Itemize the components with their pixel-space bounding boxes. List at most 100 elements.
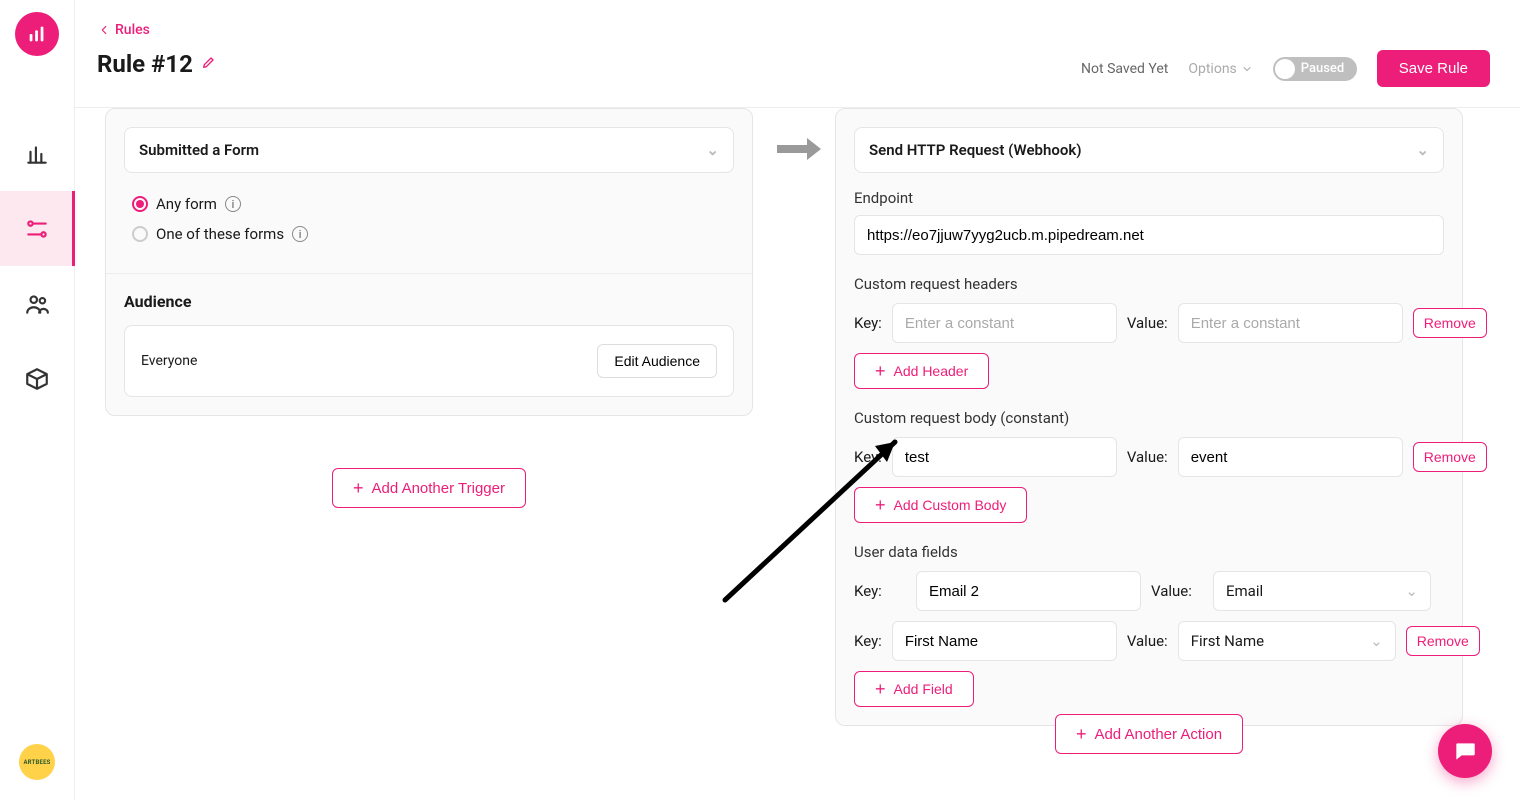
- save-rule-button[interactable]: Save Rule: [1377, 50, 1490, 87]
- chevron-down-icon: ⌄: [1370, 632, 1383, 650]
- radio-any-form[interactable]: [132, 196, 148, 212]
- edit-audience-button[interactable]: Edit Audience: [597, 344, 717, 378]
- breadcrumb-label: Rules: [115, 22, 150, 38]
- chevron-down-icon: ⌄: [706, 141, 719, 159]
- save-status: Not Saved Yet: [1081, 61, 1168, 77]
- workspace-badge[interactable]: ARTBEES: [19, 744, 55, 780]
- body-heading: Custom request body (constant): [854, 409, 1444, 427]
- key-label: Key:: [854, 582, 906, 600]
- body-row: Key: Value: Remove: [854, 437, 1444, 477]
- trigger-type-select[interactable]: Submitted a Form ⌄: [124, 127, 734, 173]
- nav-rules[interactable]: [0, 191, 75, 266]
- chat-launcher[interactable]: [1438, 724, 1492, 778]
- header-key-input[interactable]: [892, 303, 1117, 343]
- key-label: Key:: [854, 314, 882, 332]
- user-fields-heading: User data fields: [854, 543, 1444, 561]
- options-dropdown[interactable]: Options: [1188, 61, 1252, 77]
- options-label: Options: [1188, 61, 1236, 77]
- chat-icon: [1452, 738, 1478, 764]
- add-action-wrap: + Add Another Action: [835, 704, 1463, 754]
- value-label: Value:: [1127, 314, 1168, 332]
- main: Submitted a Form ⌄ Any form i One of the…: [75, 108, 1520, 800]
- nav-analytics[interactable]: [0, 116, 75, 191]
- remove-header-button[interactable]: Remove: [1413, 308, 1487, 338]
- uf-value-selected: Email: [1226, 582, 1263, 600]
- key-label: Key:: [854, 632, 882, 650]
- audience-heading: Audience: [124, 292, 734, 311]
- headers-heading: Custom request headers: [854, 275, 1444, 293]
- chevron-down-icon: [1241, 63, 1253, 75]
- nav-audiences[interactable]: [0, 266, 75, 341]
- remove-uf-button[interactable]: Remove: [1406, 626, 1480, 656]
- uf-key-input[interactable]: [916, 571, 1141, 611]
- radio-one-of-forms[interactable]: [132, 226, 148, 242]
- pencil-icon: [201, 54, 217, 70]
- user-field-row: Key: Value: Email ⌄: [854, 571, 1444, 611]
- edit-title-button[interactable]: [201, 54, 217, 74]
- add-trigger-button[interactable]: + Add Another Trigger: [332, 468, 526, 508]
- action-type-select[interactable]: Send HTTP Request (Webhook) ⌄: [854, 127, 1444, 173]
- add-field-button[interactable]: + Add Field: [854, 671, 974, 707]
- plus-icon: +: [875, 496, 886, 514]
- sidebar: ARTBEES: [0, 0, 75, 800]
- action-type-label: Send HTTP Request (Webhook): [869, 141, 1082, 159]
- add-header-button[interactable]: + Add Header: [854, 353, 989, 389]
- breadcrumb-rules[interactable]: Rules: [97, 22, 150, 38]
- key-label: Key:: [854, 448, 882, 466]
- nav-packages[interactable]: [0, 341, 75, 416]
- audience-box: Everyone Edit Audience: [124, 325, 734, 397]
- endpoint-label: Endpoint: [854, 189, 1444, 207]
- plus-icon: +: [875, 680, 886, 698]
- chevron-down-icon: ⌄: [1405, 582, 1418, 600]
- workspace-badge-label: ARTBEES: [23, 759, 50, 766]
- brand-logo[interactable]: [15, 12, 59, 56]
- radio-any-form-label: Any form: [156, 195, 217, 213]
- add-body-button[interactable]: + Add Custom Body: [854, 487, 1027, 523]
- audience-section: Audience Everyone Edit Audience: [106, 274, 752, 415]
- add-body-label: Add Custom Body: [894, 497, 1007, 513]
- uf-value-select[interactable]: Email ⌄: [1213, 571, 1431, 611]
- box-icon: [24, 366, 50, 392]
- value-label: Value:: [1127, 448, 1168, 466]
- add-action-label: Add Another Action: [1094, 726, 1222, 743]
- user-field-row: Key: Value: First Name ⌄ Remove: [854, 621, 1444, 661]
- plus-icon: +: [353, 479, 364, 497]
- trigger-card: Submitted a Form ⌄ Any form i One of the…: [105, 108, 753, 416]
- remove-body-button[interactable]: Remove: [1413, 442, 1487, 472]
- flow-icon: [24, 216, 50, 242]
- chevron-down-icon: ⌄: [1416, 141, 1429, 159]
- uf-value-selected: First Name: [1191, 632, 1264, 650]
- value-label: Value:: [1151, 582, 1203, 600]
- plus-icon: +: [875, 362, 886, 380]
- info-icon[interactable]: i: [225, 196, 241, 212]
- uf-key-input[interactable]: [892, 621, 1117, 661]
- flow-arrow-icon: [775, 134, 823, 168]
- radio-one-form-label: One of these forms: [156, 225, 284, 243]
- trigger-type-label: Submitted a Form: [139, 141, 259, 159]
- bars-icon: [26, 23, 48, 45]
- plus-icon: +: [1076, 725, 1087, 743]
- header-value-input[interactable]: [1178, 303, 1403, 343]
- chevron-left-icon: [97, 23, 111, 37]
- add-trigger-wrap: + Add Another Trigger: [105, 444, 753, 508]
- header-actions: Not Saved Yet Options Paused Save Rule: [1081, 50, 1490, 87]
- page-title: Rule #12: [97, 50, 193, 78]
- uf-value-select[interactable]: First Name ⌄: [1178, 621, 1396, 661]
- body-key-input[interactable]: [892, 437, 1117, 477]
- radio-one-form-row: One of these forms i: [124, 219, 734, 249]
- toggle-label: Paused: [1301, 61, 1344, 76]
- trigger-config: Submitted a Form ⌄ Any form i One of the…: [106, 109, 752, 274]
- endpoint-input[interactable]: [854, 215, 1444, 255]
- body-value-input[interactable]: [1178, 437, 1403, 477]
- rule-status-toggle[interactable]: Paused: [1273, 57, 1357, 81]
- header: Rules Rule #12 Not Saved Yet Options Pau…: [75, 0, 1520, 108]
- people-icon: [24, 291, 50, 317]
- radio-any-form-row: Any form i: [124, 189, 734, 219]
- header-row: Key: Value: Remove: [854, 303, 1444, 343]
- chart-icon: [24, 141, 50, 167]
- info-icon[interactable]: i: [292, 226, 308, 242]
- add-field-label: Add Field: [894, 681, 953, 697]
- add-header-label: Add Header: [894, 363, 969, 379]
- add-action-button[interactable]: + Add Another Action: [1055, 714, 1243, 754]
- add-trigger-label: Add Another Trigger: [372, 480, 505, 497]
